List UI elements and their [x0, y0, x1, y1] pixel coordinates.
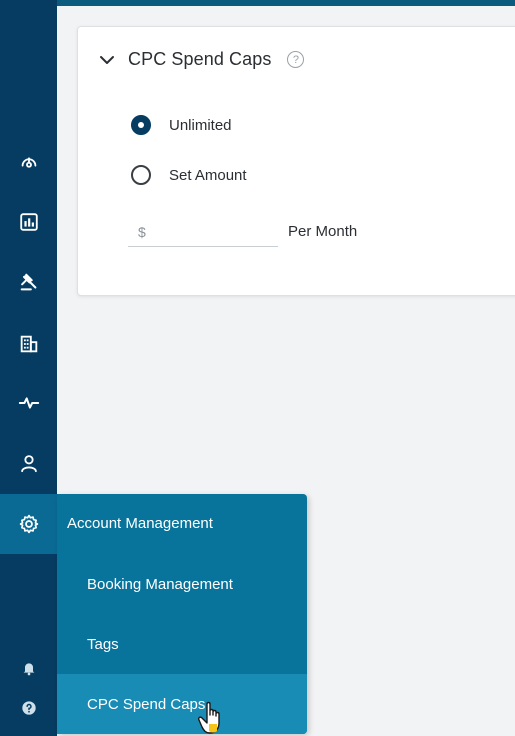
- help-circle-icon[interactable]: [0, 688, 57, 728]
- flyout-item-cpc-spend-caps[interactable]: CPC Spend Caps: [57, 674, 307, 734]
- radio-option-unlimited[interactable]: Unlimited: [131, 115, 232, 135]
- building-icon[interactable]: [0, 324, 57, 364]
- radio-label-set-amount: Set Amount: [169, 166, 247, 184]
- sidebar-item-account-management[interactable]: [0, 494, 57, 554]
- report-icon[interactable]: [0, 202, 57, 242]
- sidebar: [0, 0, 57, 736]
- user-icon[interactable]: [0, 443, 57, 483]
- flyout-title[interactable]: Account Management: [67, 515, 213, 532]
- cpc-spend-caps-card: CPC Spend Caps ? Unlimited Set Amount Pe…: [77, 26, 515, 296]
- flyout-item-booking-management[interactable]: Booking Management: [57, 554, 307, 614]
- gauge-icon[interactable]: [0, 142, 57, 182]
- activity-icon[interactable]: [0, 383, 57, 423]
- bell-icon[interactable]: [0, 648, 57, 688]
- card-title: CPC Spend Caps: [128, 49, 272, 69]
- radio-label-unlimited: Unlimited: [169, 116, 232, 134]
- help-icon[interactable]: ?: [287, 51, 305, 68]
- flyout-item-tags[interactable]: Tags: [57, 614, 307, 674]
- radio-button-set-amount[interactable]: [131, 165, 151, 185]
- account-management-flyout: Account Management Booking Management Ta…: [57, 494, 307, 734]
- gear-icon[interactable]: [0, 504, 57, 544]
- card-header[interactable]: CPC Spend Caps ?: [98, 49, 305, 70]
- hand-cursor-icon: [198, 701, 220, 734]
- top-accent-bar: [0, 0, 515, 6]
- chevron-down-icon[interactable]: [98, 51, 116, 69]
- radio-button-unlimited[interactable]: [131, 115, 151, 135]
- amount-input[interactable]: [128, 217, 278, 246]
- per-month-label: Per Month: [288, 223, 358, 240]
- radio-option-set-amount[interactable]: Set Amount: [131, 165, 247, 185]
- gavel-icon[interactable]: [0, 262, 57, 302]
- amount-field: [128, 217, 278, 247]
